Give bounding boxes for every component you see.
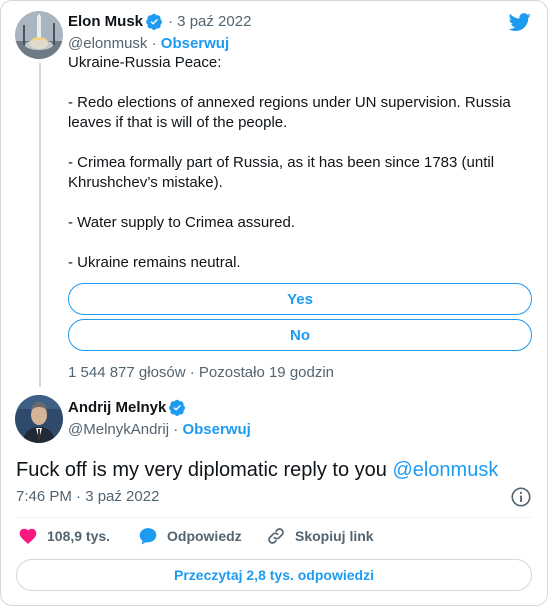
like-action[interactable]: 108,9 tys. xyxy=(18,526,110,546)
main-author-name[interactable]: Andrij Melnyk xyxy=(68,399,166,416)
quoted-text-line: - Ukraine remains neutral. xyxy=(68,254,241,271)
quoted-text-line: - Redo elections of annexed regions unde… xyxy=(68,94,511,131)
quoted-tweet-text: Ukraine-Russia Peace: - Redo elections o… xyxy=(68,53,518,273)
quoted-text-line: - Crimea formally part of Russia, as it … xyxy=(68,154,495,191)
quoted-text-line: - Water supply to Crimea assured. xyxy=(68,214,296,231)
quoted-text-line: Ukraine-Russia Peace: xyxy=(68,54,222,71)
main-tweet-text: Fuck off is my very diplomatic reply to … xyxy=(16,457,498,483)
quoted-author-row: Elon Musk · 3 paź 2022 xyxy=(68,13,251,30)
tweet-timestamp[interactable]: 7:46 PM · 3 paź 2022 xyxy=(16,488,159,505)
quoted-follow-button[interactable]: Obserwuj xyxy=(161,35,229,52)
main-follow-button[interactable]: Obserwuj xyxy=(182,421,250,438)
main-author-handle[interactable]: @MelnykAndrij xyxy=(68,421,169,438)
verified-badge-icon xyxy=(146,13,162,30)
poll-option-yes[interactable]: Yes xyxy=(68,283,532,315)
poll-option-no[interactable]: No xyxy=(68,319,532,351)
info-icon[interactable] xyxy=(510,486,532,508)
quoted-author-name[interactable]: Elon Musk xyxy=(68,13,143,30)
elon-musk-avatar[interactable] xyxy=(15,11,63,59)
reply-label: Odpowiedz xyxy=(167,528,242,544)
verified-badge-icon xyxy=(169,399,186,416)
divider xyxy=(16,517,532,518)
embedded-tweet-card: Elon Musk · 3 paź 2022 @elonmusk · Obser… xyxy=(0,0,548,606)
twitter-bird-icon[interactable] xyxy=(507,11,533,33)
like-count: 108,9 tys. xyxy=(47,528,111,544)
link-icon xyxy=(268,528,284,544)
copy-link-label: Skopiuj link xyxy=(295,528,374,544)
copy-link-action[interactable]: Skopiuj link xyxy=(266,526,374,546)
main-handle-row: @MelnykAndrij · Obserwuj xyxy=(68,421,251,438)
mention-link[interactable]: @elonmusk xyxy=(392,459,498,481)
quoted-handle-row: @elonmusk · Obserwuj xyxy=(68,35,230,52)
poll-meta: 1 544 877 głosów · Pozostało 19 godzin xyxy=(68,364,335,381)
speech-bubble-icon xyxy=(139,528,157,545)
thread-line xyxy=(39,63,41,387)
read-replies-button[interactable]: Przeczytaj 2,8 tys. odpowiedzi xyxy=(16,559,532,591)
quoted-author-handle[interactable]: @elonmusk xyxy=(68,35,147,52)
quoted-tweet-date[interactable]: · 3 paź 2022 xyxy=(168,13,251,30)
main-tweet-body: Fuck off is my very diplomatic reply to … xyxy=(16,459,393,481)
andrij-melnyk-avatar[interactable] xyxy=(15,395,63,443)
main-author-row: Andrij Melnyk xyxy=(68,399,186,416)
heart-icon xyxy=(19,528,37,544)
reply-action[interactable]: Odpowiedz xyxy=(138,526,242,546)
